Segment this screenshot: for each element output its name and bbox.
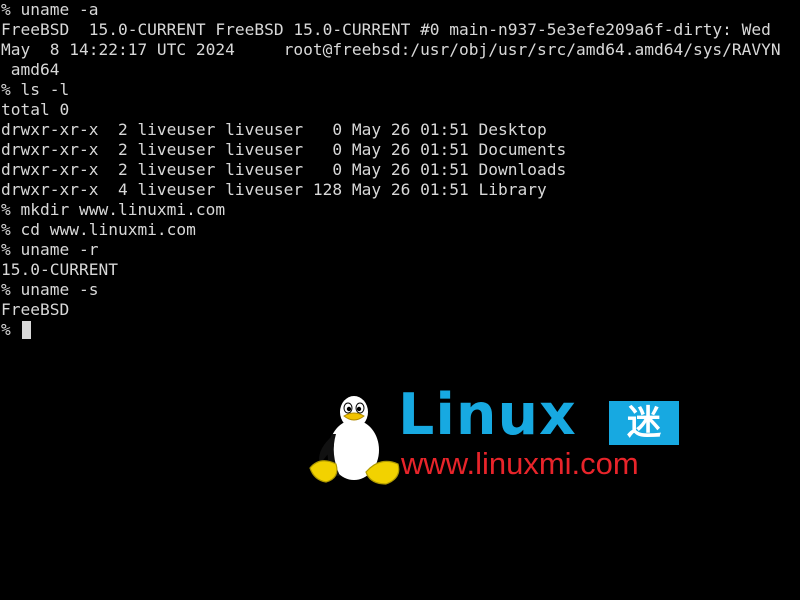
terminal-line: % uname -r — [1, 240, 99, 259]
linux-brand-wordmark: Linux — [398, 382, 577, 448]
terminal-line: drwxr-xr-x 2 liveuser liveuser 0 May 26 … — [1, 160, 567, 179]
terminal-line: amd64 — [1, 60, 60, 79]
terminal-line: May 8 14:22:17 UTC 2024 root@freebsd:/us… — [1, 40, 781, 59]
tux-penguin-icon — [309, 396, 400, 485]
terminal-line: total 0 — [1, 100, 70, 119]
terminal-line: % uname -a — [1, 0, 99, 19]
terminal-line: 15.0-CURRENT — [1, 260, 118, 279]
brand-badge: 迷 — [609, 401, 679, 445]
terminal-line: FreeBSD — [1, 300, 70, 319]
badge-character: 迷 — [627, 403, 661, 443]
text-cursor — [21, 321, 31, 339]
terminal-window[interactable]: % uname -a FreeBSD 15.0-CURRENT FreeBSD … — [0, 0, 800, 600]
linuxmi-watermark: Linux 迷 www.linuxmi.com — [306, 382, 686, 490]
terminal-line: drwxr-xr-x 2 liveuser liveuser 0 May 26 … — [1, 120, 547, 139]
terminal-line: % cd www.linuxmi.com — [1, 220, 196, 239]
terminal-line: % uname -s — [1, 280, 99, 299]
prompt-line[interactable]: % — [0, 320, 800, 340]
watermark-url: www.linuxmi.com — [401, 446, 639, 481]
prompt: % — [1, 320, 21, 339]
terminal-line: drwxr-xr-x 4 liveuser liveuser 128 May 2… — [1, 180, 547, 199]
terminal-line: FreeBSD 15.0-CURRENT FreeBSD 15.0-CURREN… — [1, 20, 771, 39]
terminal-line: % mkdir www.linuxmi.com — [1, 200, 226, 219]
terminal-line: drwxr-xr-x 2 liveuser liveuser 0 May 26 … — [1, 140, 567, 159]
terminal-line: % ls -l — [1, 80, 70, 99]
